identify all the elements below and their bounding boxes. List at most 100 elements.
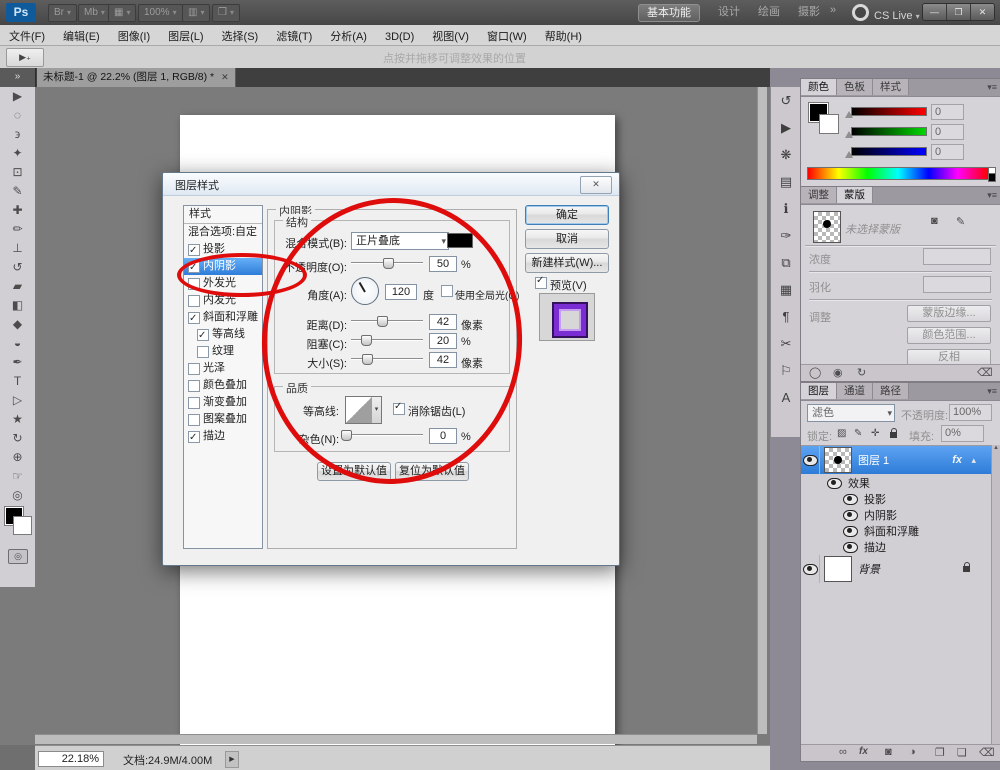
styles-panel-icon[interactable]: ❋ [771, 141, 801, 168]
lock-transparency-icon[interactable]: ▨ [837, 428, 846, 439]
preview-checkbox[interactable] [535, 277, 547, 289]
tool-presets-panel-icon[interactable]: ▦ [771, 276, 801, 303]
style-item-checkbox-3[interactable] [188, 278, 200, 290]
zoom-tool[interactable]: ◎ [0, 486, 35, 505]
shadow-color-swatch[interactable] [447, 233, 473, 248]
choke-slider[interactable] [351, 334, 423, 344]
3d-rotate-tool[interactable]: ↻ [0, 429, 35, 448]
style-item-3[interactable]: 外发光 [184, 275, 262, 292]
mini-bridge-button[interactable]: Mb▾ [78, 4, 111, 22]
document-tab-close-icon[interactable]: ✕ [221, 72, 229, 82]
document-tab[interactable]: 未标题-1 @ 22.2% (图层 1, RGB/8) *✕ [37, 68, 236, 87]
menu-item-7[interactable]: 3D(D) [376, 28, 423, 48]
global-light-checkbox[interactable] [441, 285, 453, 297]
menu-item-6[interactable]: 分析(A) [321, 25, 376, 45]
density-input[interactable] [923, 248, 991, 265]
style-item-checkbox-11[interactable] [188, 414, 200, 426]
marquee-tool[interactable]: ◌ [0, 106, 35, 125]
gradient-tool[interactable]: ◧ [0, 296, 35, 315]
eyedropper-tool[interactable]: ✎ [0, 182, 35, 201]
style-item-4[interactable]: 内发光 [184, 292, 262, 309]
background-color-swatch[interactable] [14, 517, 31, 534]
red-slider-thumb[interactable] [845, 111, 853, 118]
workspaces-more-button[interactable]: » [830, 4, 836, 16]
layer-group-icon[interactable]: ❐ [935, 746, 945, 759]
masks-tab-0[interactable]: 调整 [801, 187, 837, 203]
eye-icon[interactable] [843, 542, 858, 553]
antialias-checkbox[interactable] [393, 403, 405, 415]
style-item-checkbox-10[interactable] [188, 397, 200, 409]
color-tab-2[interactable]: 样式 [873, 79, 909, 95]
pen-tool[interactable]: ✒ [0, 353, 35, 372]
style-item-checkbox-4[interactable] [188, 295, 200, 307]
layer-row-1[interactable]: 效果 [801, 475, 998, 491]
layers-tab-2[interactable]: 路径 [873, 383, 909, 399]
spectrum-black-chip[interactable] [988, 173, 996, 182]
reset-default-button[interactable]: 复位为默认值 [395, 462, 469, 481]
style-item-checkbox-1[interactable] [188, 244, 200, 256]
feather-input[interactable] [923, 276, 991, 293]
style-item-12[interactable]: 描边 [184, 428, 262, 445]
quick-selection-tool[interactable]: ✦ [0, 144, 35, 163]
path-selection-tool[interactable]: ▷ [0, 391, 35, 410]
red-slider-value[interactable]: 0 [931, 104, 964, 120]
menu-item-5[interactable]: 滤镜(T) [267, 25, 321, 45]
panel-background-swatch[interactable] [820, 115, 838, 133]
clone-stamp-tool[interactable]: ⊥ [0, 239, 35, 258]
layer-fx-badge[interactable]: fx [952, 454, 962, 466]
layer-visibility-cell[interactable] [801, 555, 820, 583]
status-expand-button[interactable]: ▶ [225, 751, 239, 768]
distance-slider[interactable] [351, 315, 423, 325]
add-pixel-mask-icon[interactable]: ◙ [931, 215, 938, 227]
clone-source-panel-icon[interactable]: ⧉ [771, 249, 801, 276]
style-item-checkbox-6[interactable] [197, 329, 209, 341]
menu-item-8[interactable]: 视图(V) [423, 25, 478, 45]
feather-slider[interactable] [809, 299, 992, 300]
notes-panel-icon[interactable]: ¶ [771, 303, 801, 330]
workspace-button-3[interactable]: 摄影 [790, 4, 828, 20]
layer-blend-mode-select[interactable]: 滤色 [807, 404, 895, 422]
dialog-close-button[interactable]: ✕ [580, 176, 612, 194]
new-layer-icon[interactable]: ❏ [957, 746, 967, 759]
style-item-checkbox-5[interactable] [188, 312, 200, 324]
distance-value[interactable]: 42 [429, 314, 457, 330]
angle-dial[interactable] [351, 277, 379, 305]
panel-menu-icon[interactable]: ▾≡ [987, 386, 997, 397]
move-tool[interactable]: ▶ [0, 87, 35, 106]
lock-position-icon[interactable]: ✛ [871, 428, 879, 439]
crop-tool[interactable]: ⊡ [0, 163, 35, 182]
style-item-checkbox-7[interactable] [197, 346, 209, 358]
move-tool-option-icon[interactable]: ▶₊ [6, 48, 44, 67]
style-item-checkbox-12[interactable] [188, 431, 200, 443]
opacity-value[interactable]: 50 [429, 256, 457, 272]
mask-thumbnail[interactable] [813, 211, 841, 243]
workspace-button-2[interactable]: 绘画 [750, 4, 788, 20]
noise-slider[interactable] [345, 429, 423, 439]
custom-shape-tool[interactable]: ★ [0, 410, 35, 429]
panel-menu-icon[interactable]: ▾≡ [987, 190, 997, 201]
screen-mode-button[interactable]: ▥▾ [182, 4, 210, 22]
choke-value[interactable]: 20 [429, 333, 457, 349]
style-item-7[interactable]: 纹理 [184, 343, 262, 360]
hand-tool[interactable]: ☞ [0, 467, 35, 486]
mask-load-selection-icon[interactable]: ↻ [857, 366, 866, 379]
layer-thumbnail[interactable] [824, 556, 852, 582]
opacity-slider-thumb[interactable] [383, 258, 394, 269]
style-item-checkbox-9[interactable] [188, 380, 200, 392]
lock-all-icon[interactable] [890, 432, 897, 438]
color-tab-1[interactable]: 色板 [837, 79, 873, 95]
size-value[interactable]: 42 [429, 352, 457, 368]
delete-layer-icon[interactable]: ⌫ [979, 746, 995, 759]
restore-button[interactable]: ❐ [947, 4, 971, 20]
green-slider[interactable] [851, 127, 927, 136]
actions-panel-icon[interactable]: ▶ [771, 114, 801, 141]
workspace-button-0[interactable]: 基本功能 [638, 4, 700, 22]
blue-slider-thumb[interactable] [845, 151, 853, 158]
dodge-tool[interactable]: ◒ [0, 334, 35, 353]
contour-dropdown-arrow[interactable]: ▾ [372, 396, 382, 424]
blur-tool[interactable]: ◆ [0, 315, 35, 334]
eye-icon[interactable] [803, 564, 818, 575]
style-item-checkbox-2[interactable] [188, 261, 200, 273]
animation-panel-icon[interactable]: ⚐ [771, 357, 801, 384]
bridge-button[interactable]: Br▾ [48, 4, 77, 22]
